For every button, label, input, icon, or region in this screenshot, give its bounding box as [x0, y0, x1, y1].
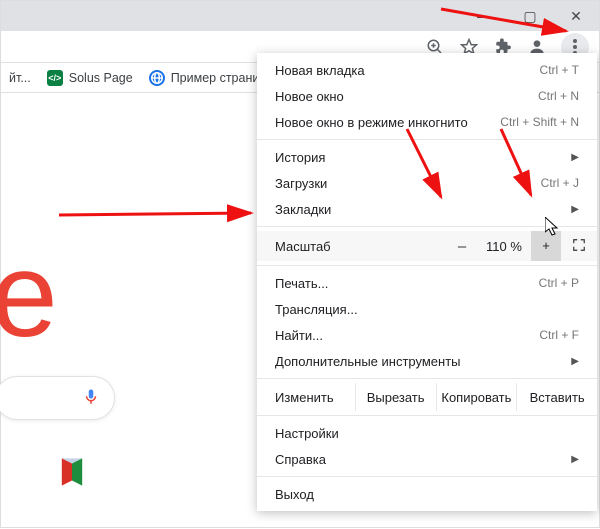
menu-more-tools[interactable]: Дополнительные инструменты ▶ [257, 348, 597, 374]
browser-main-menu: Новая вкладка Ctrl + T Новое окно Ctrl +… [257, 53, 597, 511]
menu-separator [257, 415, 597, 416]
fullscreen-button[interactable] [561, 238, 597, 255]
zoom-label: Масштаб [257, 239, 349, 254]
menu-new-window[interactable]: Новое окно Ctrl + N [257, 83, 597, 109]
menu-separator [257, 476, 597, 477]
menu-downloads[interactable]: Загрузки Ctrl + J [257, 170, 597, 196]
maximize-button[interactable]: ▢ [507, 1, 553, 31]
window-controls: — ▢ ✕ [461, 1, 599, 31]
search-box[interactable] [0, 376, 115, 420]
menu-help[interactable]: Справка ▶ [257, 446, 597, 472]
favicon-icon [149, 70, 165, 86]
favicon-icon: </> [47, 70, 63, 86]
menu-incognito[interactable]: Новое окно в режиме инкогнито Ctrl + Shi… [257, 109, 597, 135]
bookmark-item-truncated[interactable]: йт... [9, 71, 31, 85]
menu-separator [257, 378, 597, 379]
close-button[interactable]: ✕ [553, 1, 599, 31]
submenu-arrow-icon: ▶ [571, 152, 579, 163]
zoom-out-button[interactable]: – [447, 238, 477, 255]
submenu-arrow-icon: ▶ [571, 204, 579, 215]
cursor-icon [545, 217, 561, 237]
edit-label: Изменить [257, 383, 356, 411]
submenu-arrow-icon: ▶ [571, 356, 579, 367]
app-shortcut-icon[interactable] [55, 455, 89, 489]
menu-edit-row: Изменить Вырезать Копировать Вставить [257, 383, 597, 411]
menu-new-tab[interactable]: Новая вкладка Ctrl + T [257, 57, 597, 83]
menu-history[interactable]: История ▶ [257, 144, 597, 170]
voice-search-icon[interactable] [82, 388, 100, 409]
menu-exit[interactable]: Выход [257, 481, 597, 507]
menu-cast[interactable]: Трансляция... [257, 296, 597, 322]
menu-settings[interactable]: Настройки [257, 420, 597, 446]
edit-cut[interactable]: Вырезать [356, 383, 437, 411]
menu-separator [257, 265, 597, 266]
bookmark-item-solus[interactable]: </> Solus Page [47, 70, 133, 86]
menu-separator [257, 139, 597, 140]
google-logo-fragment: e [0, 226, 58, 364]
edit-copy[interactable]: Копировать [437, 383, 518, 411]
bookmark-label: Solus Page [69, 71, 133, 85]
menu-print[interactable]: Печать... Ctrl + P [257, 270, 597, 296]
minimize-button[interactable]: — [461, 1, 507, 31]
zoom-value: 110 % [477, 239, 531, 254]
bookmark-label: йт... [9, 71, 31, 85]
menu-find[interactable]: Найти... Ctrl + F [257, 322, 597, 348]
submenu-arrow-icon: ▶ [571, 454, 579, 465]
edit-paste[interactable]: Вставить [517, 383, 597, 411]
